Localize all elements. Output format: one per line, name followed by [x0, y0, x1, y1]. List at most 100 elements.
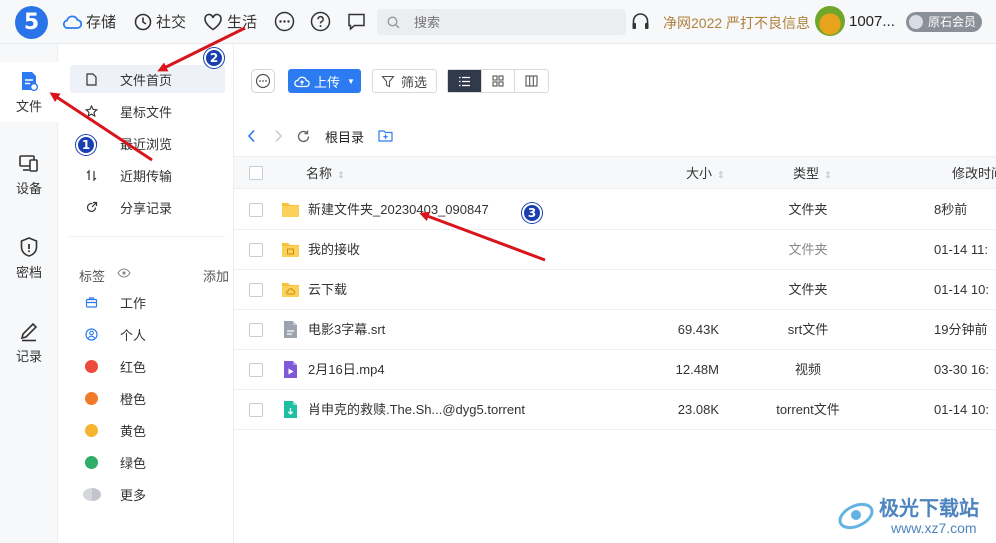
nav-social[interactable]: 社交	[134, 11, 186, 32]
message-icon[interactable]	[346, 11, 367, 32]
row-checkbox[interactable]	[249, 403, 263, 417]
rail-label-records: 记录	[15, 349, 42, 364]
tag-orange[interactable]: 橙色	[70, 384, 225, 412]
tag-more-label: 更多	[120, 487, 147, 503]
file-size: 12.48M	[675, 362, 719, 377]
list-view-button[interactable]	[448, 70, 482, 92]
sidebar-item-home[interactable]: 文件首页	[70, 65, 225, 93]
table-row[interactable]: 肖申克的救赎.The.Sh...@dyg5.torrent 23.08K tor…	[234, 390, 996, 430]
sort-icon: ⇕	[337, 170, 345, 180]
watermark-logo-icon	[838, 502, 874, 530]
tag-red-label: 红色	[120, 359, 147, 375]
header-name[interactable]: 名称 ⇕	[306, 157, 345, 190]
row-checkbox[interactable]	[249, 283, 263, 297]
header-modified[interactable]: 修改时间	[952, 157, 996, 190]
table-row[interactable]: 新建文件夹_20230403_090847 文件夹 8秒前	[234, 190, 996, 230]
app-logo[interactable]: 5	[15, 6, 48, 39]
back-arrow-icon[interactable]	[246, 129, 258, 143]
person-icon	[85, 327, 98, 341]
sidebar-item-transfer[interactable]: 近期传输	[70, 161, 225, 189]
file-modified: 01-14 11:	[934, 242, 988, 257]
tag-red[interactable]: 红色	[70, 352, 225, 380]
receive-folder-icon	[282, 243, 299, 257]
sidebar-item-starred-label: 星标文件	[120, 104, 173, 120]
document-icon	[86, 72, 97, 86]
forward-arrow-icon[interactable]	[272, 129, 284, 143]
tag-personal-label: 个人	[120, 327, 147, 343]
user-name[interactable]: 1007...	[849, 13, 895, 30]
notice-text[interactable]: 净网2022 严打不良信息	[663, 13, 810, 33]
more-icon[interactable]	[274, 11, 295, 32]
list-icon	[458, 76, 470, 86]
nav-life-label: 生活	[227, 14, 258, 31]
file-name: 肖申克的救赎.The.Sh...@dyg5.torrent	[308, 402, 525, 417]
rail-item-vault[interactable]: 密档	[0, 228, 58, 286]
sidebar-item-home-label: 文件首页	[120, 72, 173, 88]
row-checkbox[interactable]	[249, 363, 263, 377]
sidebar-item-share[interactable]: 分享记录	[70, 193, 225, 221]
avatar[interactable]	[815, 6, 845, 36]
search-box[interactable]	[377, 9, 626, 35]
cloud-folder-icon	[282, 283, 299, 297]
share-icon	[86, 201, 98, 212]
filter-label: 筛选	[401, 74, 428, 90]
watermark-url: www.xz7.com	[891, 520, 977, 536]
folder-icon	[282, 203, 299, 217]
upload-button[interactable]: 上传 ▼	[288, 69, 361, 93]
header-type-label: 类型	[793, 166, 820, 181]
tag-green[interactable]: 绿色	[70, 448, 225, 476]
column-view-button[interactable]	[515, 70, 548, 92]
rail-item-files[interactable]: 文件	[0, 62, 58, 122]
select-all-checkbox[interactable]	[249, 166, 263, 180]
row-checkbox[interactable]	[249, 203, 263, 217]
file-type: torrent文件	[776, 402, 840, 417]
watermark: 极光下载站 www.xz7.com	[835, 490, 995, 540]
tag-yellow-label: 黄色	[120, 423, 147, 439]
search-input[interactable]	[414, 14, 594, 30]
ellipsis-icon	[255, 73, 271, 89]
tag-more[interactable]: 更多	[70, 480, 225, 508]
upload-cloud-icon	[294, 76, 310, 87]
grid-icon	[492, 75, 504, 87]
filter-button[interactable]: 筛选	[372, 69, 437, 93]
view-switcher	[447, 69, 549, 93]
row-checkbox[interactable]	[249, 323, 263, 337]
table-row[interactable]: 云下载 文件夹 01-14 10:	[234, 270, 996, 310]
tag-personal[interactable]: 个人	[70, 320, 225, 348]
header-name-label: 名称	[306, 166, 333, 181]
file-size: 69.43K	[677, 322, 719, 337]
row-checkbox[interactable]	[249, 243, 263, 257]
rail-item-device[interactable]: 设备	[0, 144, 58, 202]
tag-work[interactable]: 工作	[70, 288, 225, 316]
caret-down-icon: ▼	[347, 76, 355, 86]
file-modified: 01-14 10:	[934, 282, 989, 297]
add-tag-button[interactable]: 添加	[203, 266, 229, 285]
table-row[interactable]: 2月16日.mp4 12.48M 视频 03-30 16:	[234, 350, 996, 390]
breadcrumb-current[interactable]: 根目录	[325, 127, 364, 146]
eye-icon[interactable]	[117, 268, 131, 278]
nav-storage[interactable]: 存储	[62, 11, 116, 32]
grid-view-button[interactable]	[482, 70, 516, 92]
device-icon	[19, 155, 38, 172]
vip-badge[interactable]: 原石会员	[906, 12, 983, 32]
headset-icon[interactable]	[630, 11, 651, 32]
file-modified: 03-30 16:	[934, 362, 989, 377]
tag-yellow[interactable]: 黄色	[70, 416, 225, 444]
table-row[interactable]: 电影3字幕.srt 69.43K srt文件 19分钟前	[234, 310, 996, 350]
tags-header: 标签 添加	[79, 266, 229, 285]
rail-item-records[interactable]: 记录	[0, 312, 58, 370]
sidebar-divider	[69, 236, 225, 237]
breadcrumb: 根目录	[246, 126, 393, 146]
help-icon[interactable]	[310, 11, 331, 32]
nav-life[interactable]: 生活	[203, 11, 257, 32]
watermark-title: 极光下载站	[879, 496, 979, 520]
sidebar-item-starred[interactable]: 星标文件	[70, 97, 225, 125]
header-type[interactable]: 类型 ⇕	[793, 157, 832, 190]
sidebar-item-share-label: 分享记录	[120, 200, 173, 216]
table-row[interactable]: 我的接收 文件夹 01-14 11:	[234, 230, 996, 270]
new-folder-icon[interactable]	[378, 129, 393, 143]
more-actions-button[interactable]	[251, 69, 275, 93]
refresh-icon[interactable]	[296, 129, 311, 144]
cloud-icon	[62, 14, 82, 29]
header-size[interactable]: 大小 ⇕	[686, 157, 725, 190]
